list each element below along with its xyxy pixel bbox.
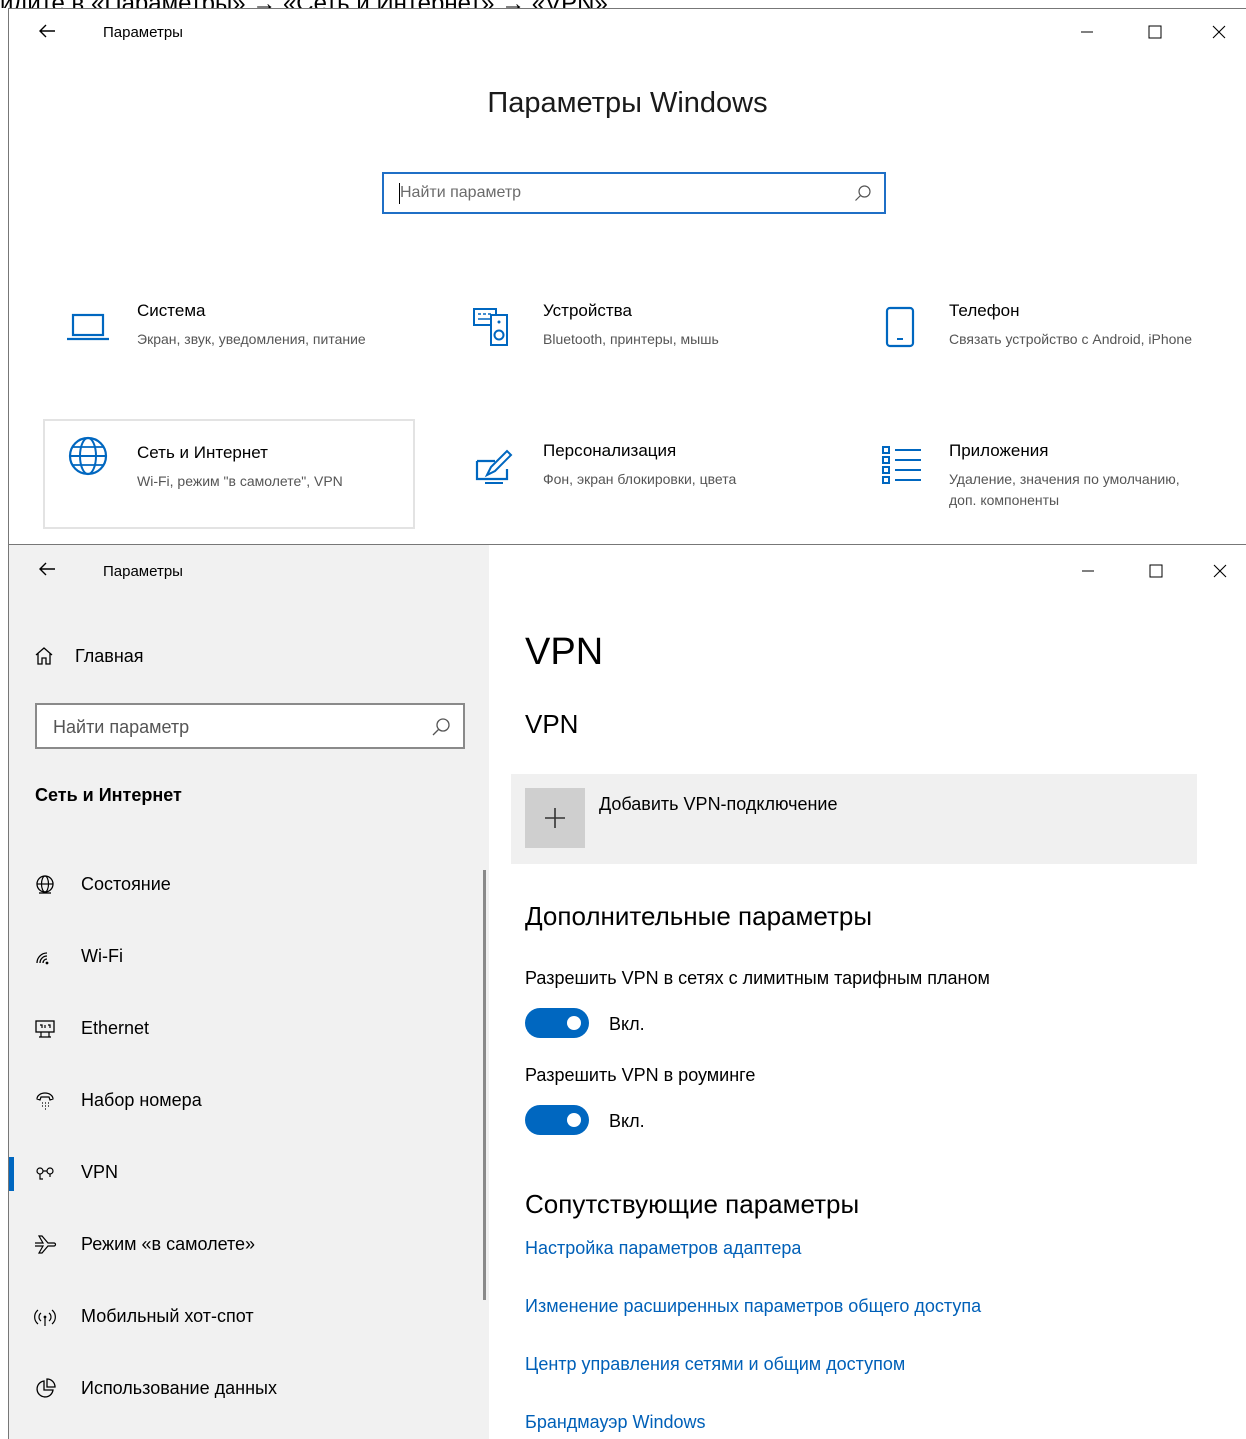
link-sharing-settings[interactable]: Изменение расширенных параметров общего … xyxy=(525,1296,981,1317)
tile-name: Телефон xyxy=(949,301,1020,320)
metered-toggle-state: Вкл. xyxy=(609,1014,645,1034)
metered-toggle[interactable] xyxy=(525,1008,589,1038)
sidebar-item-label: Состояние xyxy=(81,874,171,894)
apps-list-icon xyxy=(882,446,921,484)
sidebar-scrollbar[interactable] xyxy=(483,870,486,1300)
airplane-icon xyxy=(35,1235,57,1254)
search-icon xyxy=(432,718,450,736)
metered-option-label: Разрешить VPN в сетях с лимитным тарифны… xyxy=(525,968,990,988)
phone-icon xyxy=(885,306,915,348)
globe-status-icon xyxy=(36,875,54,894)
sidebar-item-label: Ethernet xyxy=(81,1018,150,1038)
sidebar-item-label: Использование данных xyxy=(81,1378,277,1398)
maximize-button[interactable] xyxy=(1133,556,1179,586)
toggle-knob xyxy=(567,1113,581,1127)
tile-description: Удаление, значения по умолчанию, доп. ко… xyxy=(949,471,1180,508)
settings-home-window: Параметры Параметры Windows Найти параме… xyxy=(8,8,1246,544)
close-button[interactable] xyxy=(1196,17,1242,47)
search-input[interactable]: Найти параметр xyxy=(382,172,886,214)
minimize-button[interactable] xyxy=(1064,17,1110,47)
tile-description: Фон, экран блокировки, цвета xyxy=(543,471,737,487)
home-icon xyxy=(35,647,53,665)
sidebar: Главная Найти параметр Сеть и Интернет С… xyxy=(9,545,489,1439)
sidebar-search-input[interactable]: Найти параметр xyxy=(35,703,465,749)
sidebar-item-wifi[interactable]: Wi-Fi xyxy=(9,933,479,981)
data-usage-icon xyxy=(36,1378,56,1398)
vpn-icon xyxy=(36,1167,54,1180)
tile-description: Wi-Fi, режим "в самолете", VPN xyxy=(137,473,343,489)
tile-description: Связать устройство с Android, iPhone xyxy=(949,331,1192,347)
title-bar: Параметры xyxy=(9,9,1246,55)
tile-personalization[interactable]: Персонализация Фон, экран блокировки, цв… xyxy=(449,429,821,539)
tile-system[interactable]: Система Экран, звук, уведомления, питани… xyxy=(43,289,415,399)
roaming-toggle-state: Вкл. xyxy=(609,1111,645,1131)
advanced-settings-heading: Дополнительные параметры xyxy=(525,901,873,931)
brush-icon xyxy=(475,449,513,484)
tile-name: Система xyxy=(137,301,206,320)
sidebar-home[interactable]: Главная xyxy=(33,643,144,669)
tile-name: Сеть и Интернет xyxy=(137,443,268,462)
sidebar-item-label: Мобильный хот-спот xyxy=(81,1306,254,1326)
sidebar-item-vpn[interactable]: VPN xyxy=(9,1149,479,1197)
back-arrow-icon[interactable] xyxy=(35,19,59,43)
sidebar-item-dialup[interactable]: Набор номера xyxy=(9,1077,479,1125)
tile-name: Персонализация xyxy=(543,441,677,460)
devices-icon xyxy=(473,308,508,346)
plus-icon-box xyxy=(525,788,585,848)
tile-name: Приложения xyxy=(949,441,1049,460)
related-settings-heading: Сопутствующие параметры xyxy=(525,1189,860,1219)
vpn-settings-window: Главная Найти параметр Сеть и Интернет С… xyxy=(8,544,1246,1439)
link-adapter-settings[interactable]: Настройка параметров адаптера xyxy=(525,1238,801,1259)
page-caption: йдите в «Параметры» → «Сеть и Интернет» … xyxy=(0,0,1246,8)
main-content: VPN VPN Добавить VPN-подключение Дополни… xyxy=(489,545,1246,1439)
tile-description: Экран, звук, уведомления, питание xyxy=(137,331,366,347)
window-title: Параметры xyxy=(103,563,183,580)
page-title: VPN xyxy=(525,631,604,673)
minimize-button[interactable] xyxy=(1065,556,1111,586)
title-bar: Параметры xyxy=(9,545,1246,597)
tile-network[interactable]: Сеть и Интернет Wi-Fi, режим "в самолете… xyxy=(43,419,415,529)
sidebar-item-data-usage[interactable]: Использование данных xyxy=(9,1365,479,1413)
close-button[interactable] xyxy=(1197,556,1243,586)
link-firewall[interactable]: Брандмауэр Windows xyxy=(525,1412,705,1433)
tile-apps[interactable]: Приложения Удаление, значения по умолчан… xyxy=(855,429,1227,539)
search-icon xyxy=(855,185,871,201)
sidebar-item-label: VPN xyxy=(81,1162,119,1182)
tile-description: Bluetooth, принтеры, мышь xyxy=(543,331,719,347)
page-heading: Параметры Windows xyxy=(487,87,768,119)
link-network-center[interactable]: Центр управления сетями и общим доступом xyxy=(525,1354,905,1375)
add-vpn-label: Добавить VPN-подключение xyxy=(599,794,838,814)
tile-phone[interactable]: Телефон Связать устройство с Android, iP… xyxy=(855,289,1227,399)
laptop-icon xyxy=(67,313,109,341)
dialup-icon xyxy=(36,1092,54,1110)
active-indicator xyxy=(9,1157,14,1191)
sidebar-item-hotspot[interactable]: Мобильный хот-спот xyxy=(9,1293,479,1341)
roaming-option-label: Разрешить VPN в роуминге xyxy=(525,1065,756,1085)
hotspot-icon xyxy=(34,1309,56,1326)
maximize-button[interactable] xyxy=(1132,17,1178,47)
roaming-toggle[interactable] xyxy=(525,1105,589,1135)
add-vpn-button[interactable]: Добавить VPN-подключение xyxy=(511,774,1197,864)
search-placeholder: Найти параметр xyxy=(400,184,522,201)
sidebar-item-ethernet[interactable]: Ethernet xyxy=(9,1005,479,1053)
wifi-icon xyxy=(36,952,49,965)
ethernet-icon xyxy=(35,1020,55,1038)
sidebar-item-label: Набор номера xyxy=(81,1090,202,1110)
section-title-vpn: VPN xyxy=(525,709,579,739)
tile-devices[interactable]: Устройства Bluetooth, принтеры, мышь xyxy=(449,289,821,399)
sidebar-home-label: Главная xyxy=(75,645,144,666)
toggle-knob xyxy=(567,1016,581,1030)
back-arrow-icon[interactable] xyxy=(35,557,59,581)
sidebar-section-title: Сеть и Интернет xyxy=(35,785,182,805)
sidebar-item-label: Wi-Fi xyxy=(81,946,123,966)
globe-icon xyxy=(68,436,108,476)
window-title: Параметры xyxy=(103,24,183,41)
search-placeholder: Найти параметр xyxy=(53,717,190,737)
plus-icon xyxy=(545,808,565,828)
tile-name: Устройства xyxy=(543,301,632,320)
sidebar-item-airplane[interactable]: Режим «в самолете» xyxy=(9,1221,479,1269)
sidebar-item-status[interactable]: Состояние xyxy=(9,861,479,909)
sidebar-item-label: Режим «в самолете» xyxy=(81,1234,256,1254)
